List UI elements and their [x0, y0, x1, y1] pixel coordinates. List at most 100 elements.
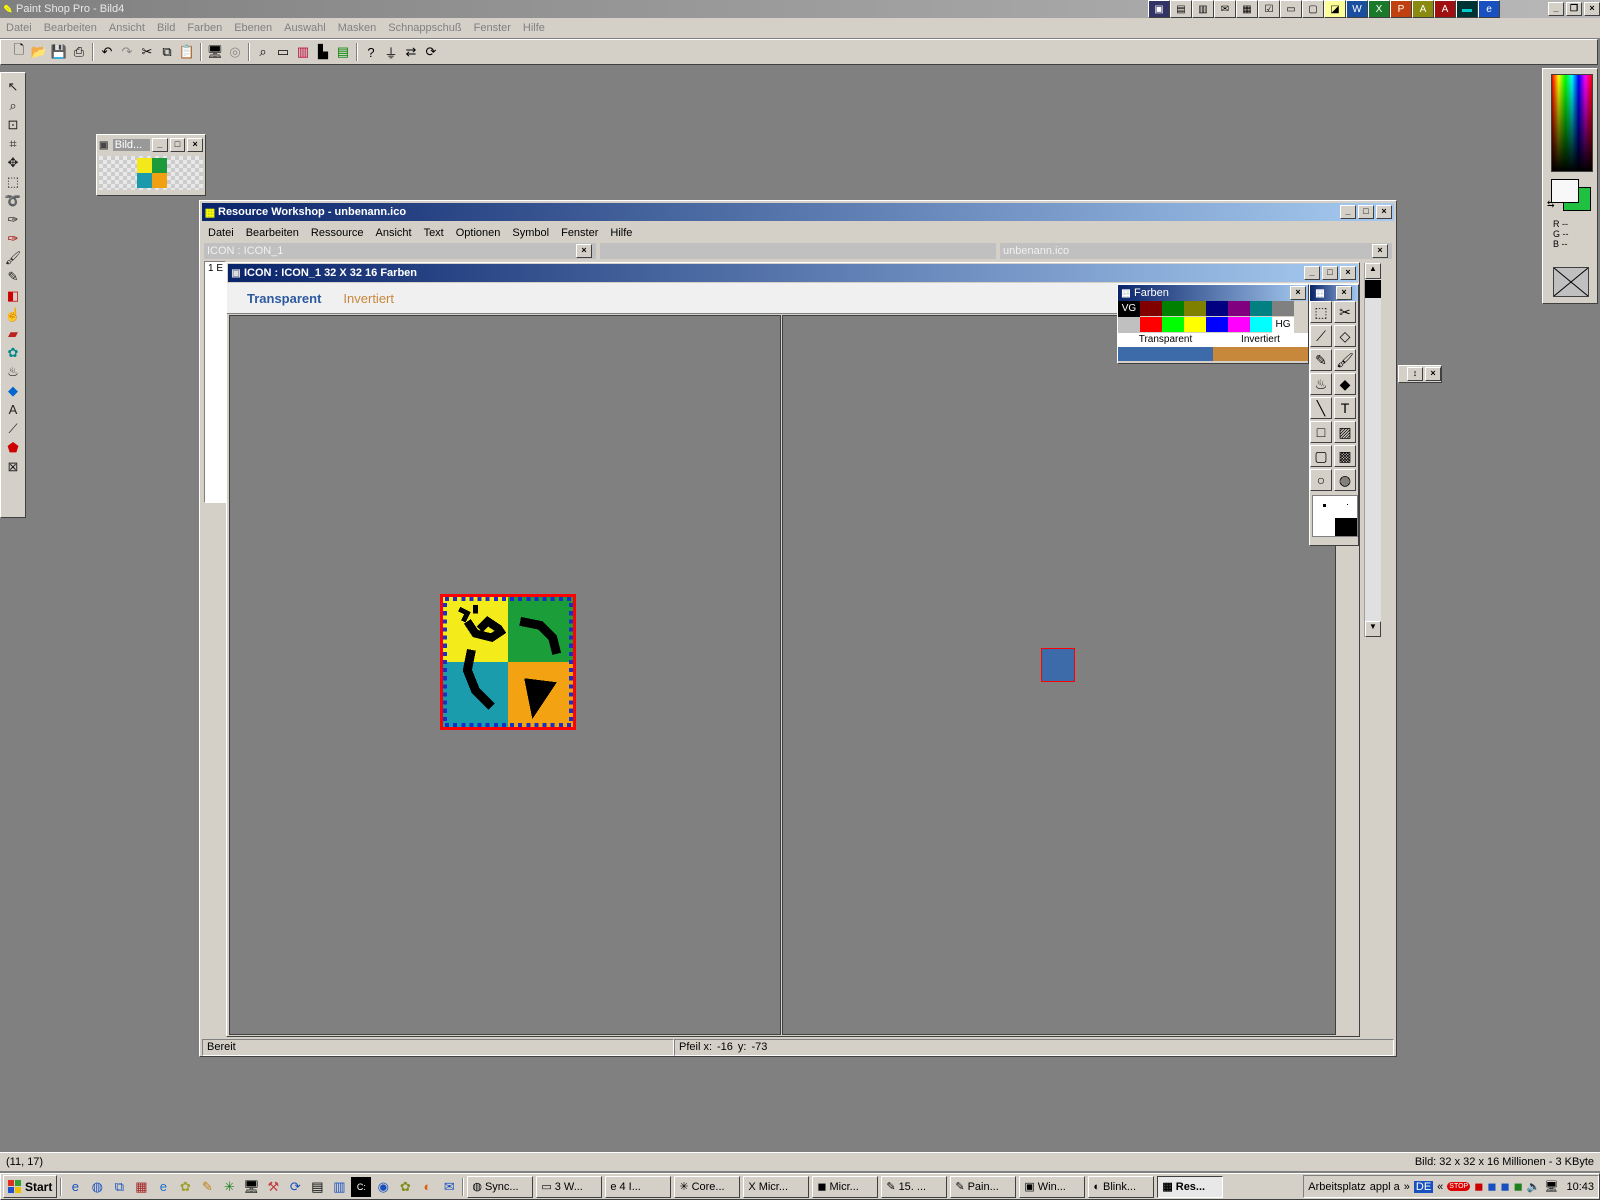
- rw-menu-item-2[interactable]: Ressource: [305, 227, 370, 239]
- excel-icon[interactable]: X: [1368, 0, 1390, 18]
- retouch-tool-icon[interactable]: ☝: [3, 305, 23, 324]
- rw-menu-item-6[interactable]: Symbol: [506, 227, 555, 239]
- paint-bucket-icon[interactable]: ◆: [1334, 373, 1356, 395]
- close-button[interactable]: ×: [1290, 286, 1306, 300]
- chart-icon[interactable]: ▦: [131, 1177, 151, 1197]
- rw-menu-item-1[interactable]: Bearbeiten: [240, 227, 305, 239]
- shape-tool-icon[interactable]: ⬟: [3, 438, 23, 457]
- screen-icon[interactable]: 🖥: [205, 42, 225, 62]
- monitor-icon[interactable]: 🖥: [241, 1177, 261, 1197]
- print-icon[interactable]: ⎙: [69, 42, 89, 62]
- color-palette-icon[interactable]: ▥: [293, 42, 313, 62]
- transparent-swatch[interactable]: [1118, 347, 1213, 361]
- brush-tool-icon[interactable]: 🖌: [1334, 349, 1356, 371]
- volume-icon[interactable]: 🔈: [1527, 1180, 1541, 1193]
- maximize-button[interactable]: □: [1358, 205, 1374, 219]
- psp-menu-item-0[interactable]: Datei: [0, 22, 38, 34]
- psp-menu-item-7[interactable]: Masken: [332, 22, 383, 34]
- color-swatch[interactable]: [1228, 317, 1250, 332]
- taskbar-item[interactable]: ◍ Sync...: [467, 1175, 534, 1198]
- calendar-icon[interactable]: ▦: [1236, 0, 1258, 18]
- rw-menu-item-7[interactable]: Fenster: [555, 227, 604, 239]
- close-button[interactable]: ×: [1376, 205, 1392, 219]
- chevron-icon[interactable]: »: [1404, 1181, 1410, 1193]
- zoomed-edit-canvas[interactable]: [229, 315, 781, 1035]
- close-button[interactable]: ×: [1584, 2, 1600, 16]
- language-indicator[interactable]: DE: [1413, 1180, 1434, 1193]
- rw-menu-item-5[interactable]: Optionen: [450, 227, 507, 239]
- media-icon[interactable]: ◉: [373, 1177, 393, 1197]
- brush-tool-icon[interactable]: 🖌: [3, 248, 23, 267]
- office-app-icon[interactable]: ▥: [1192, 0, 1214, 18]
- color-swatch[interactable]: [1140, 317, 1162, 332]
- scissors-tool-icon[interactable]: ✂: [1334, 301, 1356, 323]
- powerpoint-icon[interactable]: P: [1390, 0, 1412, 18]
- rw-menu-item-4[interactable]: Text: [418, 227, 450, 239]
- appl-toolbar-label[interactable]: appl a: [1370, 1181, 1400, 1193]
- minimize-button[interactable]: _: [151, 138, 168, 152]
- clock[interactable]: 10:43: [1566, 1181, 1594, 1193]
- corel-icon[interactable]: ✳: [219, 1177, 239, 1197]
- pencil-icon[interactable]: ✎: [197, 1177, 217, 1197]
- pen-tool-icon[interactable]: ✎: [1310, 349, 1332, 371]
- color-spectrum[interactable]: [1551, 74, 1593, 172]
- document-icon[interactable]: ▤: [307, 1177, 327, 1197]
- mail-icon[interactable]: ✉: [439, 1177, 459, 1197]
- zoom-icon[interactable]: ⌕: [253, 42, 273, 62]
- rw-right-scrollbar[interactable]: ▲ ▼: [1364, 263, 1381, 637]
- psp-menu-item-10[interactable]: Hilfe: [517, 22, 551, 34]
- access-icon-2[interactable]: A: [1434, 0, 1456, 18]
- refresh-icon[interactable]: ⟳: [421, 42, 441, 62]
- scroll-thumb[interactable]: [1365, 280, 1381, 298]
- stop-icon[interactable]: STOP: [1447, 1182, 1471, 1191]
- color-swatch[interactable]: [1272, 301, 1294, 316]
- crop-tool-icon[interactable]: ⌗: [3, 134, 23, 153]
- redo-icon[interactable]: ↷: [117, 42, 137, 62]
- picture-tube-icon[interactable]: ✿: [3, 343, 23, 362]
- text-tool-icon[interactable]: A: [3, 400, 23, 419]
- chevron-left-icon[interactable]: «: [1437, 1181, 1443, 1193]
- psp-menu-item-4[interactable]: Farben: [181, 22, 228, 34]
- color-swatch[interactable]: [1206, 317, 1228, 332]
- close-button[interactable]: ×: [576, 244, 592, 258]
- maximize-button[interactable]: □: [1322, 266, 1338, 280]
- psp-menu-item-3[interactable]: Bild: [151, 22, 181, 34]
- contact-icon[interactable]: ▭: [1280, 0, 1302, 18]
- document-icon-2[interactable]: ▥: [329, 1177, 349, 1197]
- scroll-up-button[interactable]: ▲: [1365, 263, 1381, 279]
- help-icon[interactable]: ?: [361, 42, 381, 62]
- select-tool-icon[interactable]: ⬚: [1310, 301, 1332, 323]
- filled-rectangle-icon[interactable]: ▨: [1334, 421, 1356, 443]
- cut-icon[interactable]: ✂: [137, 42, 157, 62]
- minimize-button[interactable]: _: [1548, 2, 1564, 16]
- document-icon[interactable]: ▢: [1302, 0, 1324, 18]
- airbrush-tool-icon[interactable]: ♨: [1310, 373, 1332, 395]
- color-swatch[interactable]: [1250, 301, 1272, 316]
- taskbar-item[interactable]: ✎ Pain...: [950, 1175, 1017, 1198]
- color-replacer-icon[interactable]: ◧: [3, 286, 23, 305]
- rectangle-tool-icon[interactable]: □: [1310, 421, 1332, 443]
- thumbnail-canvas[interactable]: [99, 156, 203, 190]
- save-icon[interactable]: 💾: [49, 42, 69, 62]
- outlook-icon[interactable]: ◍: [87, 1177, 107, 1197]
- desktop-toolbar-label[interactable]: Arbeitsplatz: [1308, 1181, 1365, 1193]
- ie-icon[interactable]: e: [1478, 0, 1500, 18]
- dropper-tool-icon-2[interactable]: ✑: [3, 229, 23, 248]
- paint-icon[interactable]: ✿: [175, 1177, 195, 1197]
- psp-menu-item-1[interactable]: Bearbeiten: [38, 22, 103, 34]
- no-texture-icon[interactable]: [1553, 267, 1589, 297]
- open-icon[interactable]: 📂: [29, 42, 49, 62]
- tools-icon[interactable]: ⚒: [263, 1177, 283, 1197]
- foreground-swatch[interactable]: [1551, 179, 1579, 203]
- network-icon[interactable]: ⧉: [109, 1177, 129, 1197]
- light-gray-swatch[interactable]: [1118, 317, 1140, 333]
- preview-canvas[interactable]: [782, 315, 1336, 1035]
- lasso-tool-icon[interactable]: ➰: [3, 191, 23, 210]
- rounded-rect-tool-icon[interactable]: ▢: [1310, 445, 1332, 467]
- taskbar-item[interactable]: ✳ Core...: [674, 1175, 741, 1198]
- color-swatch[interactable]: [1228, 301, 1250, 316]
- histogram-icon[interactable]: ▙: [313, 42, 333, 62]
- taskbar-item[interactable]: ▦ Res...: [1157, 1175, 1224, 1198]
- rw-menu-item-8[interactable]: Hilfe: [604, 227, 638, 239]
- taskbar-item[interactable]: ✎ 15. ...: [881, 1175, 948, 1198]
